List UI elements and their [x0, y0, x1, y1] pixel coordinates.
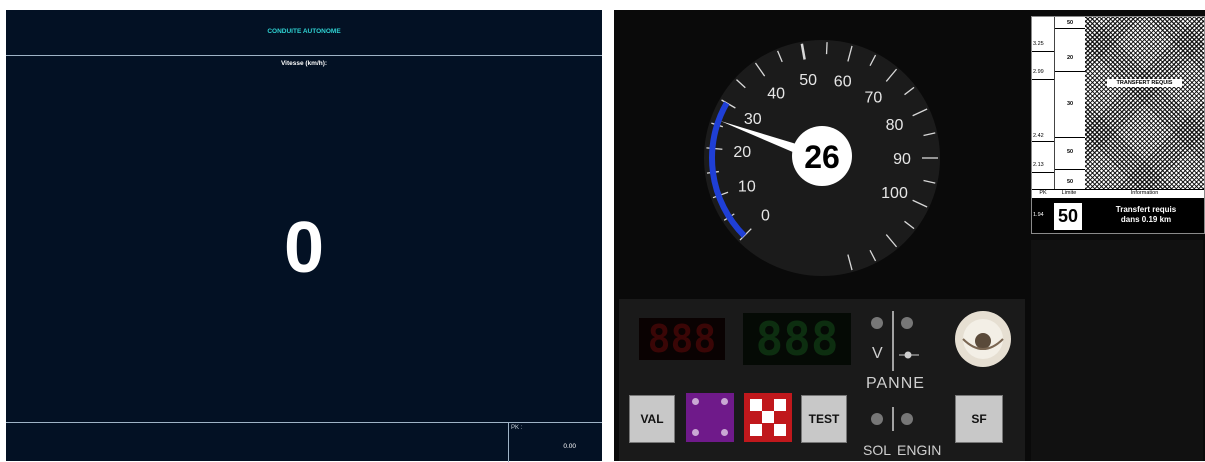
limit-value: 50: [1066, 179, 1074, 185]
info-line-1: Transfert requis: [1115, 205, 1177, 214]
sf-button[interactable]: SF: [955, 395, 1003, 443]
red-display: 888: [639, 318, 725, 360]
pk-mark: 2.99: [1033, 69, 1044, 75]
limit-line: [1055, 28, 1085, 29]
pressure-gauge-icon: [955, 311, 1011, 367]
transfer-banner: TRANSFERT REQUIS: [1107, 79, 1182, 87]
indicator-lamp-icon: [901, 317, 913, 329]
pk-label: PK :: [511, 425, 523, 431]
green-display: 888: [743, 313, 851, 365]
limit-value: 20: [1066, 55, 1074, 61]
connector-dot-icon: [904, 351, 912, 359]
limit-value: 50: [1066, 20, 1074, 26]
limit-value: 50: [1066, 149, 1074, 155]
val-button[interactable]: VAL: [629, 395, 675, 443]
sol-label: SOL: [863, 442, 892, 458]
engin-label: ENGIN: [897, 442, 942, 458]
header-limit: Limite: [1061, 190, 1077, 196]
limit-line: [1055, 71, 1085, 72]
indicator-lamp-icon: [901, 413, 913, 425]
autonomous-driving-panel: CONDUITE AUTONOME Vitesse (km/h): 0 PK :…: [6, 10, 602, 462]
panel-title: CONDUITE AUTONOME: [267, 28, 341, 35]
signal-table: 3.25 2.99 2.42 2.13 50 20 30 50 50 TRANS…: [1031, 16, 1205, 234]
pk-mark: 3.25: [1033, 41, 1044, 47]
speed-label: Vitesse (km/h):: [280, 60, 328, 67]
panel-footer: PK : 0.00: [6, 422, 602, 462]
checkered-lamp-button[interactable]: [744, 393, 792, 442]
transfer-zone: TRANSFERT REQUIS: [1085, 17, 1204, 189]
pk-value: 0.00: [563, 443, 576, 450]
fault-indicators: [871, 311, 919, 431]
control-panel: 888 888 V PANNE SOL ENGIN VAL TEST SF: [619, 299, 1025, 461]
pk-line: [1032, 51, 1054, 52]
current-row: 1.94 50 Transfert requis dans 0.19 km: [1032, 198, 1204, 233]
speed-value: 0: [283, 208, 325, 288]
pk-line: [1032, 141, 1054, 142]
footer-divider: [508, 423, 509, 462]
pk-column: 3.25 2.99 2.42 2.13: [1032, 17, 1054, 189]
panel-header: CONDUITE AUTONOME: [6, 10, 602, 56]
current-info: Transfert requis dans 0.19 km: [1090, 205, 1202, 225]
header-pk: PK: [1039, 190, 1047, 196]
auxiliary-display: [1031, 240, 1203, 461]
limit-column: 50 20 30 50 50: [1054, 17, 1086, 189]
purple-lamp-button[interactable]: [686, 393, 734, 442]
pk-mark: 2.13: [1033, 162, 1044, 168]
current-limit: 50: [1054, 203, 1082, 230]
header-info: Information: [1130, 190, 1159, 196]
indicator-lamp-icon: [871, 413, 883, 425]
limit-line: [1055, 137, 1085, 138]
dot-icon: [721, 398, 728, 405]
limit-value: 30: [1066, 101, 1074, 107]
pk-line: [1032, 172, 1054, 173]
dot-icon: [721, 429, 728, 436]
info-line-2: dans 0.19 km: [1120, 215, 1172, 224]
dot-icon: [692, 429, 699, 436]
panne-label: PANNE: [866, 375, 925, 392]
limit-line: [1055, 169, 1085, 170]
pk-mark: 2.42: [1033, 133, 1044, 139]
indicator-lamp-icon: [871, 317, 883, 329]
current-pk: 1.94: [1033, 212, 1044, 218]
test-button[interactable]: TEST: [801, 395, 847, 443]
v-label: V: [872, 345, 883, 362]
dot-icon: [692, 398, 699, 405]
pk-line: [1032, 79, 1054, 80]
checker-icon: [750, 399, 786, 436]
